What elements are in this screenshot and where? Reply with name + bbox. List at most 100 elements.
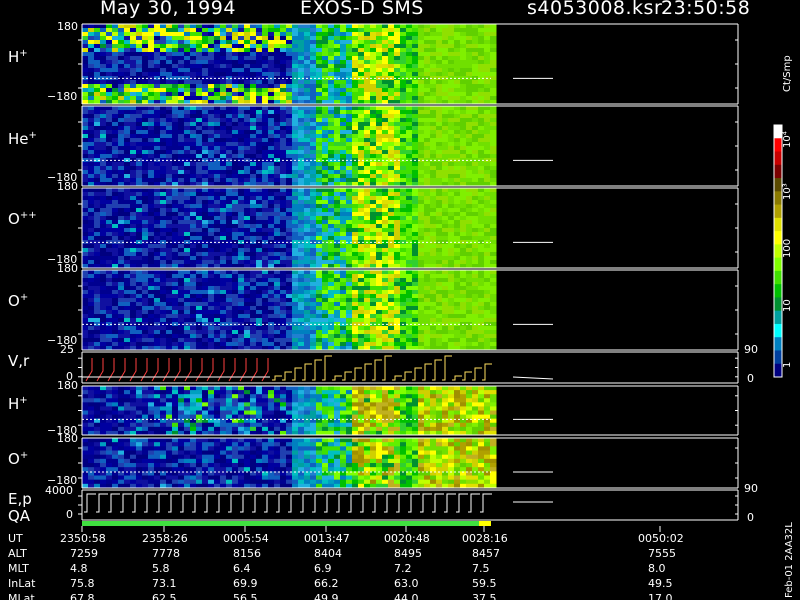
spectrogram-cell	[124, 204, 131, 209]
spectrogram-cell	[478, 228, 485, 233]
spectrogram-cell	[262, 204, 269, 209]
spectrogram-cell	[316, 110, 323, 115]
spectrogram-cell	[334, 44, 341, 49]
spectrogram-cell	[208, 204, 215, 209]
spectrogram-cell	[190, 192, 197, 197]
spectrogram-cell	[244, 154, 251, 159]
spectrogram-cell	[232, 134, 239, 139]
spectrogram-cell	[190, 166, 197, 171]
spectrogram-cell	[376, 170, 383, 175]
spectrogram-cell	[346, 220, 353, 225]
spectrogram-cell	[208, 314, 215, 319]
spectrogram-cell	[220, 294, 227, 299]
spectrogram-cell	[112, 192, 119, 197]
spectrogram-cell	[88, 290, 95, 295]
spectrogram-cell	[274, 150, 281, 155]
spectrogram-cell	[202, 28, 209, 33]
spectrogram-cell	[118, 228, 125, 233]
spectrogram-cell	[166, 114, 173, 119]
spectrogram-cell	[214, 154, 221, 159]
spectrogram-cell	[256, 318, 263, 323]
spectrogram-cell	[190, 174, 197, 179]
spectrogram-cell	[292, 256, 299, 261]
spectrogram-cell	[316, 256, 323, 261]
spectrogram-cell	[178, 110, 185, 115]
spectrogram-cell	[274, 232, 281, 237]
spectrogram-cell	[118, 314, 125, 319]
spectrogram-cell	[178, 48, 185, 53]
spectrogram-cell	[244, 84, 251, 89]
spectrogram-cell	[256, 126, 263, 131]
spectrogram-cell	[154, 80, 161, 85]
spectrogram-cell	[298, 188, 305, 193]
spectrogram-cell	[214, 192, 221, 197]
spectrogram-cell	[130, 96, 137, 101]
spectrogram-cell	[244, 244, 251, 249]
spectrogram-cell	[442, 188, 449, 193]
spectrogram-cell	[394, 178, 401, 183]
spectrogram-cell	[196, 252, 203, 257]
spectrogram-cell	[130, 270, 137, 275]
spectrogram-cell	[190, 290, 197, 295]
spectrogram-cell	[280, 44, 287, 49]
spectrogram-cell	[310, 92, 317, 97]
spectrogram-cell	[382, 154, 389, 159]
spectrogram-cell	[178, 24, 185, 29]
spectrogram-cell	[196, 244, 203, 249]
spectrogram-cell	[322, 88, 329, 93]
spectrogram-cell	[214, 138, 221, 143]
spectrogram-cell	[184, 138, 191, 143]
spectrogram-cell	[316, 252, 323, 257]
spectrogram-cell	[394, 52, 401, 57]
spectrogram-cell	[166, 80, 173, 85]
spectrogram-cell	[184, 24, 191, 29]
spectrogram-cell	[358, 92, 365, 97]
spectrogram-cell	[148, 294, 155, 299]
spectrogram-cell	[478, 208, 485, 213]
spectrogram-cell	[88, 260, 95, 265]
spectrogram-cell	[370, 52, 377, 57]
spectrogram-cell	[442, 146, 449, 151]
spectrogram-cell	[346, 150, 353, 155]
spectrogram-cell	[88, 216, 95, 221]
spectrogram-cell	[250, 244, 257, 249]
spectrogram-cell	[184, 302, 191, 307]
spectrogram-cell	[454, 244, 461, 249]
spectrogram-cell	[406, 192, 413, 197]
spectrogram-cell	[418, 64, 425, 69]
spectrogram-cell	[202, 200, 209, 205]
spectrogram-cell	[346, 138, 353, 143]
spectrogram-cell	[250, 162, 257, 167]
spectrogram-cell	[484, 72, 491, 77]
spectrogram-cell	[436, 170, 443, 175]
spectrogram-cell	[448, 72, 455, 77]
spectrogram-cell	[298, 174, 305, 179]
spectrogram-cell	[256, 130, 263, 135]
spectrogram-cell	[280, 342, 287, 347]
spectrogram-cell	[262, 260, 269, 265]
spectrogram-cell	[208, 200, 215, 205]
spectrogram-cell	[346, 96, 353, 101]
spectrogram-cell	[214, 256, 221, 261]
spectrogram-cell	[178, 64, 185, 69]
spectrogram-cell	[484, 52, 491, 57]
spectrogram-cell	[106, 244, 113, 249]
spectrogram-cell	[394, 166, 401, 171]
spectrogram-cell	[316, 338, 323, 343]
spectrogram-cell	[292, 114, 299, 119]
spectrogram-cell	[166, 142, 173, 147]
spectrogram-cell	[214, 212, 221, 217]
spectrogram-cell	[292, 212, 299, 217]
spectrogram-cell	[226, 310, 233, 315]
spectrogram-cell	[232, 290, 239, 295]
spectrogram-cell	[376, 236, 383, 241]
spectrogram-cell	[322, 252, 329, 257]
spectrogram-cell	[112, 334, 119, 339]
spectrogram-cell	[478, 204, 485, 209]
spectrogram-cell	[388, 138, 395, 143]
spectrogram-cell	[214, 334, 221, 339]
spectrogram-cell	[328, 80, 335, 85]
spectrogram-cell	[316, 106, 323, 111]
spectrogram-cell	[142, 110, 149, 115]
spectrogram-cell	[292, 244, 299, 249]
